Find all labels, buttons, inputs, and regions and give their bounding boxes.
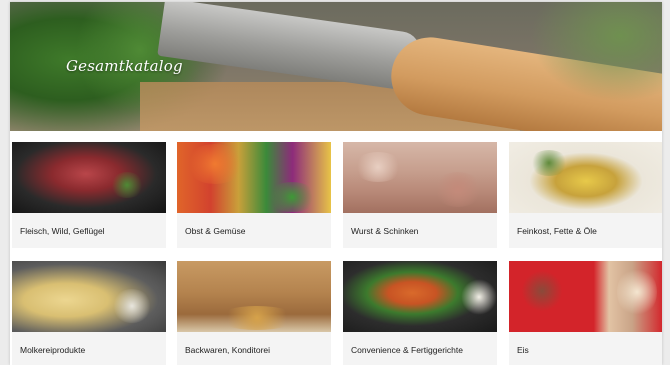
category-tile-eis[interactable]: Eis [509,261,662,365]
hero-dill-image [530,2,662,102]
category-image-convenience [343,261,497,332]
catalog-frame: Gesamtkatalog Fleisch, Wild, Geflügel Ob… [10,2,662,365]
category-tile-obst-gemuese[interactable]: Obst & Gemüse [177,142,331,248]
category-label: Wurst & Schinken [351,226,419,236]
category-image-molkerei [12,261,166,332]
category-label: Obst & Gemüse [185,226,246,236]
category-label: Backwaren, Konditorei [185,345,271,355]
hero-title: Gesamtkatalog [66,57,183,75]
category-tile-wurst-schinken[interactable]: Wurst & Schinken [343,142,497,248]
category-label: Convenience & Fertiggerichte [351,345,463,355]
category-image-wurst-schinken [343,142,497,213]
category-tile-convenience[interactable]: Convenience & Fertiggerichte [343,261,497,365]
category-label: Eis [517,345,529,355]
category-image-fleisch [12,142,166,213]
category-label: Fleisch, Wild, Geflügel [20,226,105,236]
category-label: Molkereiprodukte [20,345,86,355]
category-image-backwaren [177,261,331,332]
category-tile-molkerei[interactable]: Molkereiprodukte [12,261,166,365]
category-label: Feinkost, Fette & Öle [517,226,597,236]
hero-banner[interactable]: Gesamtkatalog [10,2,662,131]
category-image-feinkost [509,142,662,213]
category-image-obst-gemuese [177,142,331,213]
category-image-eis [509,261,662,332]
page: Gesamtkatalog Fleisch, Wild, Geflügel Ob… [0,0,670,365]
category-tile-fleisch[interactable]: Fleisch, Wild, Geflügel [12,142,166,248]
category-tile-backwaren[interactable]: Backwaren, Konditorei [177,261,331,365]
category-tile-feinkost[interactable]: Feinkost, Fette & Öle [509,142,662,248]
